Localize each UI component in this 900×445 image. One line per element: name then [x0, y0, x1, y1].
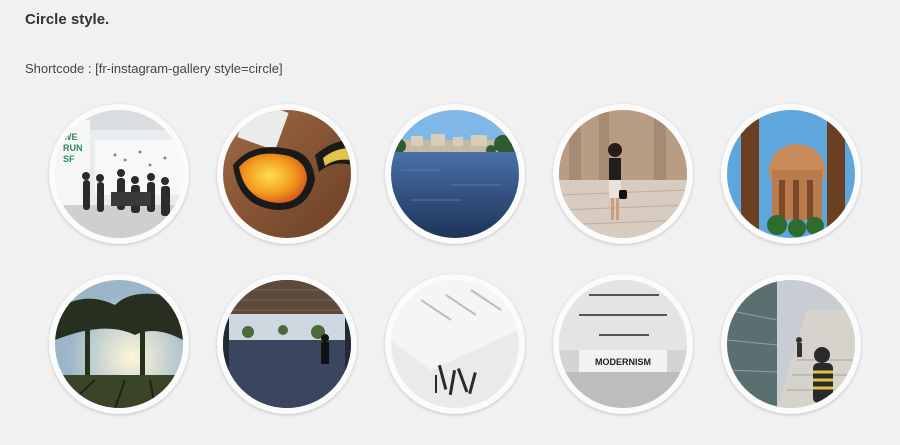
gallery-item-3[interactable]: [385, 104, 525, 244]
shortcode-text: Shortcode : [fr-instagram-gallery style=…: [25, 61, 283, 76]
gallery-item-9[interactable]: MODERNISM: [553, 274, 693, 414]
gallery-item-10[interactable]: [721, 274, 861, 414]
gallery-item-1[interactable]: WE RUN SF: [49, 104, 189, 244]
gallery-item-8[interactable]: [385, 274, 525, 414]
photo-nike-run-event: WE RUN SF: [55, 110, 183, 238]
photo-modernism-exhibit: MODERNISM: [559, 280, 687, 408]
gallery-item-6[interactable]: [49, 274, 189, 414]
photo-columns-palace: [727, 110, 855, 238]
photo-gallery-ceiling: [391, 280, 519, 408]
gallery-item-4[interactable]: [553, 104, 693, 244]
svg-text:SF: SF: [63, 154, 75, 164]
gallery-item-7[interactable]: [217, 274, 357, 414]
photo-overpass-walkway: [223, 280, 351, 408]
photo-lake-city: [391, 110, 519, 238]
photo-trees-sunset: [55, 280, 183, 408]
photo-stairway-corridor: [727, 280, 855, 408]
svg-text:WE: WE: [63, 132, 78, 142]
photo-sunglasses: [223, 110, 351, 238]
section-title: Circle style.: [25, 11, 110, 28]
gallery-item-5[interactable]: [721, 104, 861, 244]
instagram-gallery: WE RUN SF MODERNISM: [49, 104, 869, 424]
svg-text:MODERNISM: MODERNISM: [595, 357, 651, 367]
svg-text:RUN: RUN: [63, 143, 83, 153]
gallery-item-2[interactable]: [217, 104, 357, 244]
photo-woman-courtyard: [559, 110, 687, 238]
